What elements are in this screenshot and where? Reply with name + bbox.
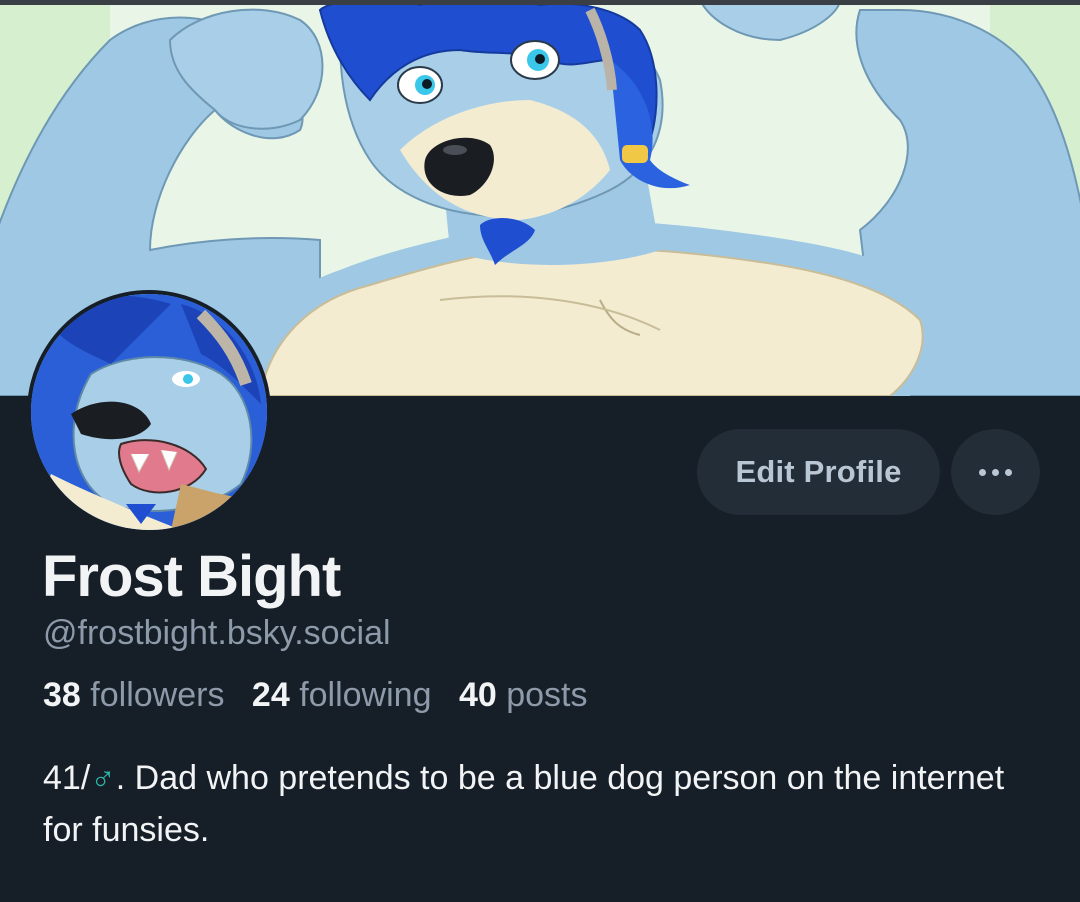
followers-link[interactable]: 38 followers <box>43 676 224 714</box>
ellipsis-icon <box>1005 468 1012 476</box>
profile-bio: 41/♂. Dad who pretends to be a blue dog … <box>43 752 1043 856</box>
following-count: 24 <box>251 676 290 714</box>
posts-count-group: 40 posts <box>459 676 588 714</box>
status-strip <box>0 0 1080 5</box>
following-link[interactable]: 24 following <box>252 676 432 714</box>
more-options-button[interactable] <box>951 429 1040 515</box>
profile-page: Edit Profile Frost Bight @frostbight.bsk… <box>0 0 1080 902</box>
avatar-image <box>31 294 267 530</box>
ellipsis-icon <box>979 468 986 476</box>
posts-count: 40 <box>458 676 497 714</box>
male-symbol-icon: ♂ <box>90 759 116 797</box>
followers-label: followers <box>90 676 225 714</box>
followers-count: 38 <box>43 676 81 714</box>
ellipsis-icon <box>992 468 999 476</box>
profile-stats: 38 followers 24 following 40 posts <box>43 676 606 715</box>
posts-label: posts <box>506 676 588 714</box>
following-label: following <box>299 676 432 714</box>
bio-prefix: 41/ <box>43 759 91 797</box>
profile-handle[interactable]: @frostbight.bsky.social <box>43 614 391 653</box>
profile-avatar[interactable] <box>27 290 271 534</box>
display-name: Frost Bight <box>42 544 341 609</box>
bio-text: . Dad who pretends to be a blue dog pers… <box>43 759 1005 849</box>
edit-profile-button[interactable]: Edit Profile <box>697 429 940 515</box>
